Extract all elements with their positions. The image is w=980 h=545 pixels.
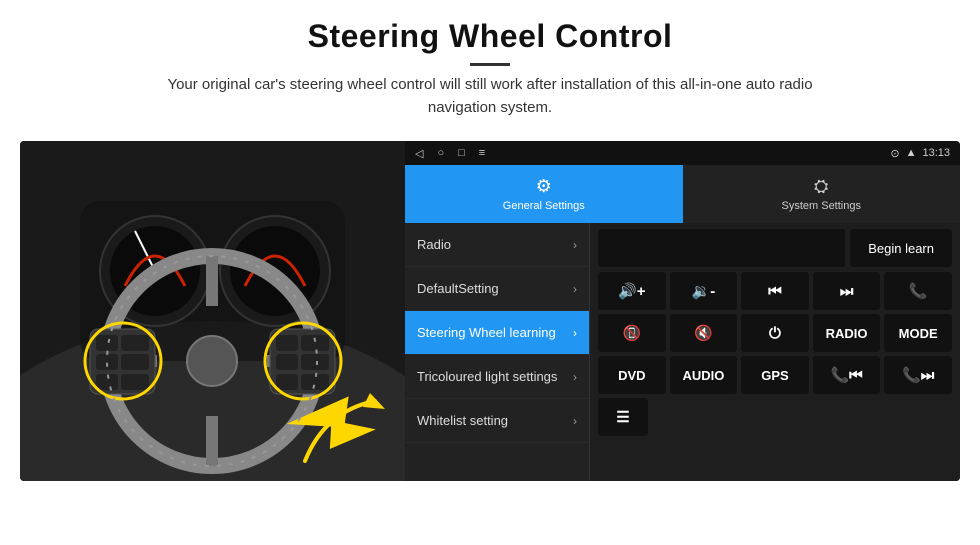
tel-prev-icon: 📞⏮ [830, 366, 862, 384]
chevron-icon-tricoloured: › [573, 370, 577, 384]
radio-button[interactable]: RADIO [813, 314, 881, 352]
btn-row-2: 📵 🔇 ⏻ RADIO MODE [598, 314, 952, 352]
power-button[interactable]: ⏻ [741, 314, 809, 352]
dvd-label: DVD [618, 368, 645, 383]
system-settings-icon: ⛭ [814, 176, 828, 197]
dvd-button[interactable]: DVD [598, 356, 666, 394]
audio-button[interactable]: AUDIO [670, 356, 738, 394]
menu-radio-label: Radio [417, 237, 451, 252]
menu-item-whitelist[interactable]: Whitelist setting › [405, 399, 589, 443]
gps-button[interactable]: GPS [741, 356, 809, 394]
menu-default-label: DefaultSetting [417, 281, 499, 296]
chevron-icon-radio: › [573, 238, 577, 252]
tel-next-button[interactable]: 📞⏭ [884, 356, 952, 394]
audio-label: AUDIO [682, 368, 724, 383]
android-screen: ◁ ○ □ ≡ ⊙ ▲ 13:13 ⚙ General Settings ⛭ S… [405, 141, 960, 481]
home-icon[interactable]: ○ [437, 147, 444, 160]
btn-row-1: 🔊+ 🔉- ⏮ ⏭ 📞 [598, 272, 952, 310]
prev-track-icon: ⏮ [768, 283, 782, 300]
content-area: Radio › DefaultSetting › Steering Wheel … [405, 223, 960, 481]
chevron-icon-default: › [573, 282, 577, 296]
time-display: 13:13 [922, 147, 950, 159]
mute-button[interactable]: 🔇 [670, 314, 738, 352]
chevron-icon-whitelist: › [573, 414, 577, 428]
menu-item-radio[interactable]: Radio › [405, 223, 589, 267]
status-right: ⊙ ▲ 13:13 [890, 147, 950, 160]
btn-row-3: DVD AUDIO GPS 📞⏮ 📞⏭ [598, 356, 952, 394]
title-divider [470, 63, 510, 66]
menu-item-tricoloured[interactable]: Tricoloured light settings › [405, 355, 589, 399]
phone-answer-icon: 📞 [909, 282, 928, 300]
mode-label: MODE [899, 326, 938, 341]
location-icon: ⊙ [890, 147, 899, 160]
back-icon[interactable]: ◁ [415, 147, 423, 160]
mode-button[interactable]: MODE [884, 314, 952, 352]
hang-up-icon: 📵 [622, 324, 641, 342]
next-track-icon: ⏭ [840, 283, 854, 300]
menu-steering-label: Steering Wheel learning [417, 325, 556, 340]
nav-icons: ◁ ○ □ ≡ [415, 147, 485, 160]
gps-label: GPS [761, 368, 788, 383]
page-title: Steering Wheel Control [40, 18, 940, 55]
bottom-menu-icon: ☰ [616, 408, 629, 426]
tabs-row: ⚙ General Settings ⛭ System Settings [405, 165, 960, 223]
page-header: Steering Wheel Control Your original car… [0, 0, 980, 129]
right-panel: Begin learn 🔊+ 🔉- ⏮ [590, 223, 960, 481]
tel-prev-button[interactable]: 📞⏮ [813, 356, 881, 394]
tab-system-label: System Settings [782, 200, 861, 212]
vol-down-button[interactable]: 🔉- [670, 272, 738, 310]
menu-icon[interactable]: ≡ [479, 147, 485, 160]
prev-track-button[interactable]: ⏮ [741, 272, 809, 310]
begin-learn-button[interactable]: Begin learn [850, 229, 952, 267]
radio-label: RADIO [826, 326, 868, 341]
next-track-button[interactable]: ⏭ [813, 272, 881, 310]
btn-row-4: ☰ [598, 398, 952, 436]
vol-up-button[interactable]: 🔊+ [598, 272, 666, 310]
tel-next-icon: 📞⏭ [902, 366, 934, 384]
steering-wheel-image [20, 141, 405, 481]
tab-system-settings[interactable]: ⛭ System Settings [683, 165, 961, 223]
tab-general-settings[interactable]: ⚙ General Settings [405, 165, 683, 223]
hang-up-button[interactable]: 📵 [598, 314, 666, 352]
tab-general-label: General Settings [503, 200, 585, 212]
menu-tricoloured-label: Tricoloured light settings [417, 369, 557, 384]
main-content: ◁ ○ □ ≡ ⊙ ▲ 13:13 ⚙ General Settings ⛭ S… [20, 141, 960, 481]
vol-up-icon: 🔊+ [618, 282, 645, 300]
mute-icon: 🔇 [694, 324, 713, 342]
menu-item-default[interactable]: DefaultSetting › [405, 267, 589, 311]
page-subtitle: Your original car's steering wheel contr… [140, 74, 840, 119]
settings-gear-icon: ⚙ [536, 176, 552, 197]
chevron-icon-steering: › [573, 326, 577, 340]
recents-icon[interactable]: □ [458, 147, 465, 160]
status-bar: ◁ ○ □ ≡ ⊙ ▲ 13:13 [405, 141, 960, 165]
phone-answer-button[interactable]: 📞 [884, 272, 952, 310]
bottom-menu-button[interactable]: ☰ [598, 398, 648, 436]
power-icon: ⏻ [769, 325, 781, 342]
wifi-icon: ▲ [906, 147, 917, 159]
empty-space [598, 229, 845, 267]
begin-learn-row: Begin learn [598, 229, 952, 267]
vol-down-icon: 🔉- [692, 282, 716, 300]
menu-item-steering[interactable]: Steering Wheel learning › [405, 311, 589, 355]
control-buttons-grid: 🔊+ 🔉- ⏮ ⏭ 📞 [598, 272, 952, 436]
menu-whitelist-label: Whitelist setting [417, 413, 508, 428]
left-menu: Radio › DefaultSetting › Steering Wheel … [405, 223, 590, 481]
